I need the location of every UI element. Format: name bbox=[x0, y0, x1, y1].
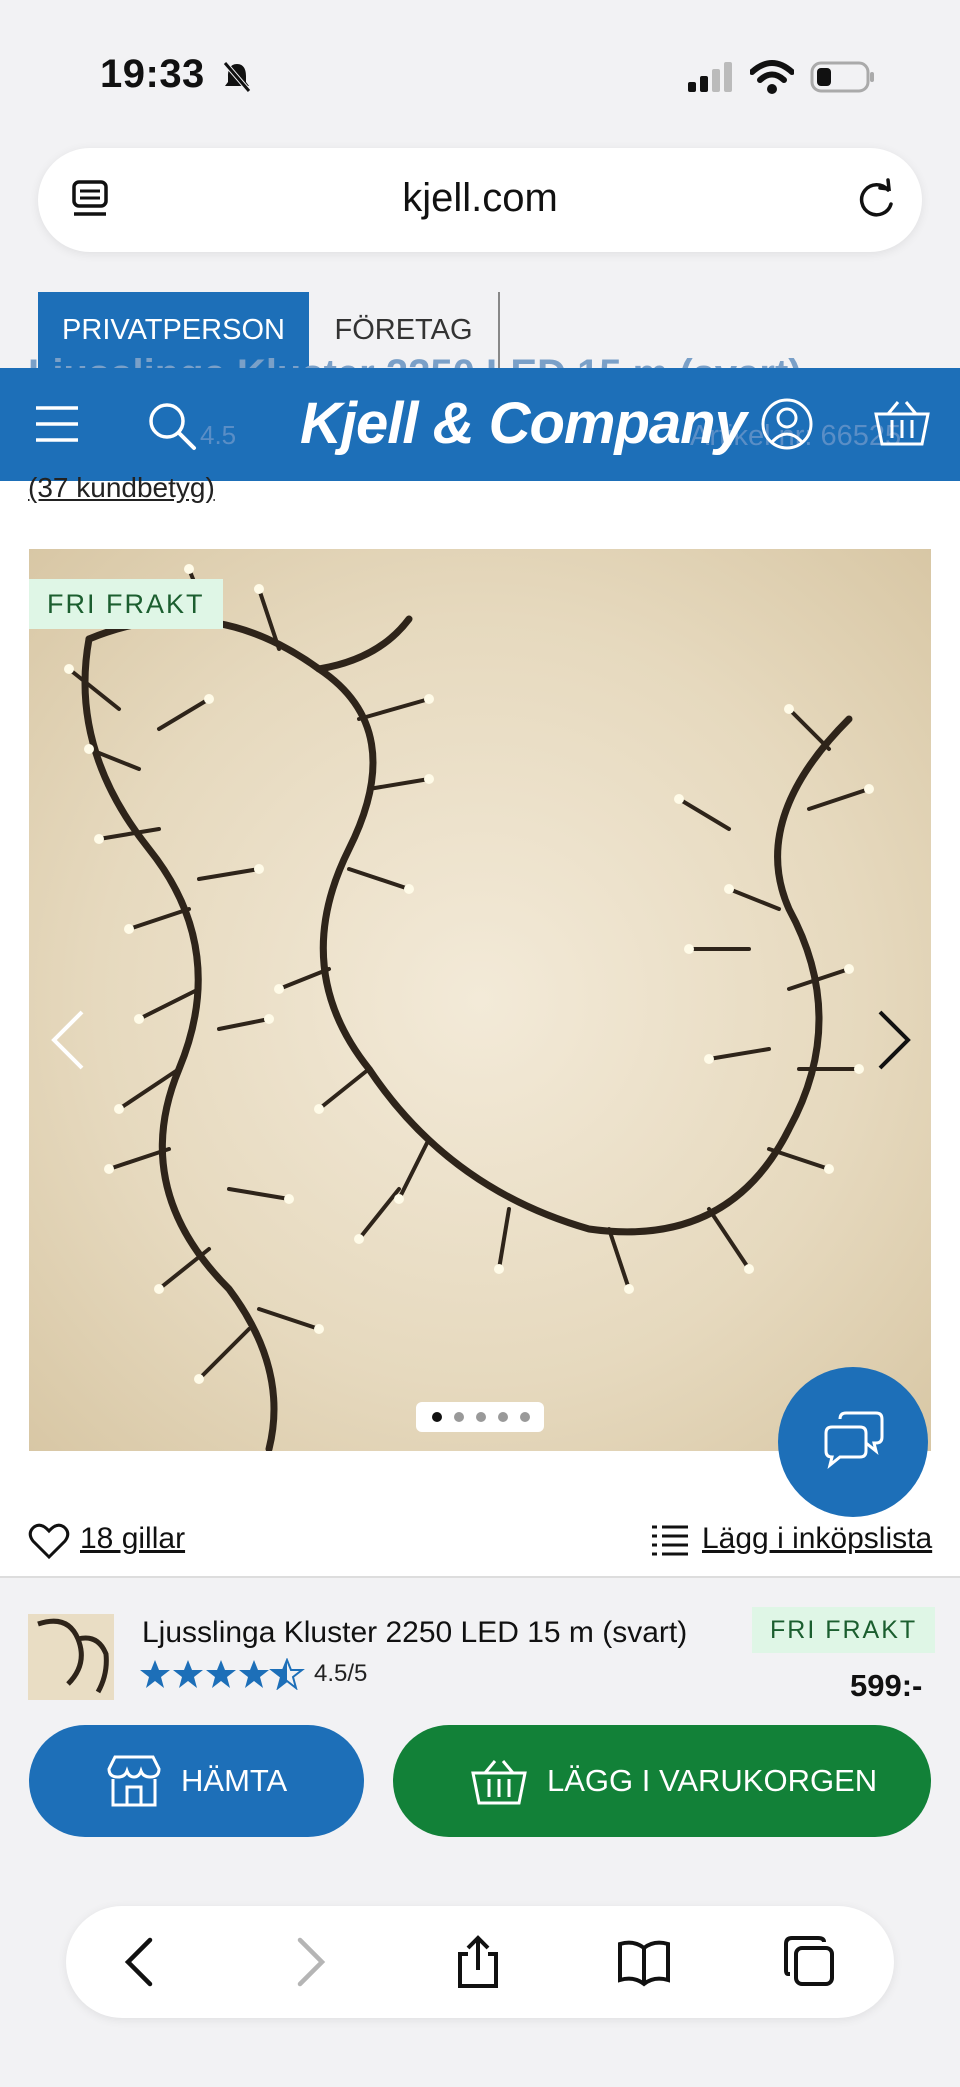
star-rating-icon bbox=[140, 1658, 305, 1690]
menu-icon[interactable] bbox=[34, 404, 80, 444]
battery-icon bbox=[810, 61, 874, 93]
site-logo[interactable]: Kjell & Company bbox=[300, 390, 747, 457]
chat-button[interactable] bbox=[778, 1367, 928, 1517]
product-image[interactable] bbox=[29, 549, 931, 1451]
reviews-link[interactable]: (37 kundbetyg) bbox=[28, 472, 215, 504]
rating-behind-header: 4.5 bbox=[200, 420, 237, 450]
divider bbox=[0, 1576, 960, 1578]
add-to-cart-button[interactable]: LÄGG I VARUKORGEN bbox=[393, 1725, 931, 1837]
search-icon[interactable] bbox=[146, 400, 198, 452]
store-icon bbox=[107, 1755, 161, 1807]
product-thumbnail bbox=[28, 1614, 114, 1700]
pickup-button[interactable]: HÄMTA bbox=[29, 1725, 364, 1837]
chat-bubbles-icon bbox=[824, 1411, 884, 1469]
chevron-right-icon[interactable] bbox=[874, 1008, 914, 1072]
likes-link[interactable]: 18 gillar bbox=[80, 1522, 185, 1556]
url-text: kjell.com bbox=[402, 176, 558, 220]
carousel-dot-5[interactable] bbox=[520, 1412, 530, 1422]
carousel-dot-4[interactable] bbox=[498, 1412, 508, 1422]
status-time: 19:33 bbox=[100, 52, 205, 96]
carousel-dot-1[interactable] bbox=[432, 1412, 442, 1422]
shopping-list-link[interactable]: Lägg i inköpslista bbox=[702, 1522, 932, 1556]
basket-icon bbox=[471, 1760, 527, 1805]
carousel-dot-3[interactable] bbox=[476, 1412, 486, 1422]
signal-icon bbox=[688, 62, 732, 92]
sticky-product-name: Ljusslinga Kluster 2250 LED 15 m (svart) bbox=[142, 1616, 688, 1649]
wifi-icon bbox=[750, 60, 794, 94]
free-shipping-badge: FRI FRAKT bbox=[29, 579, 223, 629]
forward-icon[interactable] bbox=[282, 1934, 338, 1990]
back-icon[interactable] bbox=[114, 1934, 170, 1990]
carousel-dots[interactable] bbox=[416, 1402, 544, 1432]
tabs-icon[interactable] bbox=[782, 1934, 838, 1990]
share-icon[interactable] bbox=[450, 1934, 506, 1990]
thumbnail-illustration bbox=[37, 1618, 109, 1694]
url-bar[interactable]: kjell.com bbox=[38, 148, 922, 252]
account-icon[interactable] bbox=[760, 396, 814, 452]
carousel-dot-2[interactable] bbox=[454, 1412, 464, 1422]
list-icon[interactable] bbox=[650, 1524, 690, 1558]
pickup-button-label: HÄMTA bbox=[181, 1763, 288, 1798]
reload-icon[interactable] bbox=[854, 178, 898, 222]
browser-toolbar bbox=[66, 1906, 894, 2018]
light-string-illustration bbox=[64, 564, 874, 1451]
add-to-cart-label: LÄGG I VARUKORGEN bbox=[547, 1763, 878, 1798]
heart-icon[interactable] bbox=[28, 1522, 70, 1560]
bookmarks-icon[interactable] bbox=[616, 1934, 672, 1990]
rating-score: 4.5/5 bbox=[314, 1660, 368, 1687]
chevron-left-icon[interactable] bbox=[48, 1008, 88, 1072]
sticky-free-shipping-badge: FRI FRAKT bbox=[752, 1607, 936, 1653]
price: 599:- bbox=[850, 1668, 923, 1703]
cart-icon[interactable] bbox=[872, 398, 932, 448]
mute-bell-icon bbox=[223, 61, 251, 93]
